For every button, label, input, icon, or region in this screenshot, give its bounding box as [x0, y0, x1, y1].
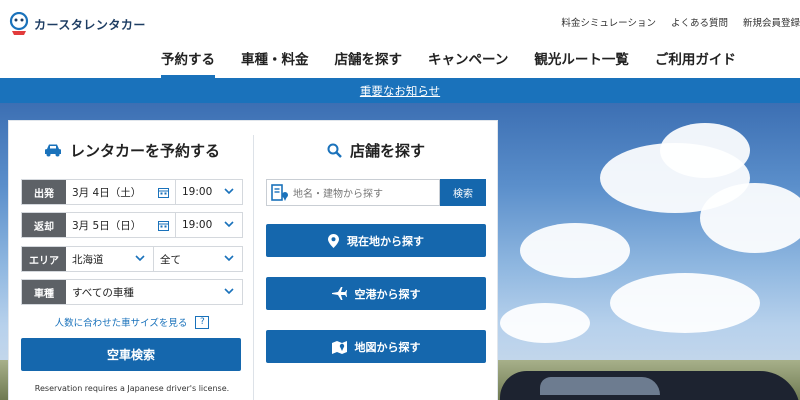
nav-campaign[interactable]: キャンペーン: [415, 48, 521, 78]
link-price-simulation[interactable]: 料金シミュレーション: [561, 15, 656, 29]
car-size-link-text: 人数に合わせた車サイズを見る: [54, 318, 188, 329]
area-region-value: 北海道: [72, 253, 104, 266]
cloud: [610, 273, 760, 333]
store-search-input[interactable]: 地名・建物から探す: [266, 179, 440, 206]
calendar-icon: [158, 188, 169, 198]
depart-date-value: 3月 4日（土）: [72, 186, 142, 199]
depart-row: 出発 3月 4日（土） 19:00: [21, 179, 243, 205]
depart-time-value: 19:00: [182, 186, 213, 198]
current-location-button[interactable]: 現在地から探す: [266, 224, 486, 257]
area-label: エリア: [22, 247, 66, 271]
site-logo[interactable]: カースタレンタカー: [8, 11, 146, 36]
return-label: 返却: [22, 213, 66, 237]
cloud: [700, 183, 800, 253]
area-row: エリア 北海道 全て: [21, 246, 243, 272]
airplane-icon: [331, 287, 347, 300]
notice-link[interactable]: 重要なお知らせ: [360, 83, 440, 99]
car-label: 車種: [22, 280, 66, 304]
map-label: 地図から探す: [354, 340, 421, 354]
utility-links: 料金シミュレーション よくある質問 新規会員登録: [546, 15, 800, 29]
return-date-field[interactable]: 3月 5日（日）: [66, 213, 176, 237]
car-size-link[interactable]: 人数に合わせた車サイズを見る ?: [21, 312, 243, 332]
store-search-button[interactable]: 検索: [440, 179, 486, 206]
store-search-placeholder: 地名・建物から探す: [293, 189, 383, 200]
reserve-title: レンタカーを予約する: [21, 121, 243, 179]
cloud: [520, 223, 630, 278]
chevron-down-icon: [224, 288, 234, 295]
map-button[interactable]: 地図から探す: [266, 330, 486, 363]
return-row: 返却 3月 5日（日） 19:00: [21, 212, 243, 238]
license-note: Reservation requires a Japanese driver's…: [34, 384, 230, 393]
store-search-bar: 地名・建物から探す 検索: [266, 179, 486, 206]
store-title: 店舗を探す: [266, 121, 486, 179]
nav-guide[interactable]: ご利用ガイド: [642, 48, 749, 78]
chevron-down-icon: [224, 188, 234, 195]
car-window: [540, 377, 660, 395]
chevron-down-icon: [224, 255, 234, 262]
panel-divider: [253, 135, 254, 400]
chevron-down-icon: [224, 221, 234, 228]
reserve-title-text: レンタカーを予約する: [69, 141, 220, 160]
car-type-select[interactable]: すべての車種: [66, 280, 242, 304]
car-icon: [44, 144, 61, 157]
store-title-text: 店舗を探す: [349, 141, 425, 160]
return-time-select[interactable]: 19:00: [176, 213, 242, 237]
logo-mascot-icon: [8, 11, 30, 36]
car-type-value: すべての車種: [72, 286, 134, 299]
vacancy-search-button[interactable]: 空車検索: [21, 338, 241, 371]
return-time-value: 19:00: [182, 219, 213, 231]
area-region-select[interactable]: 北海道: [66, 247, 154, 271]
reserve-form: レンタカーを予約する 出発 3月 4日（土） 19:00 返却 3月 5日（日）…: [21, 121, 243, 393]
depart-label: 出発: [22, 180, 66, 204]
link-faq[interactable]: よくある質問: [671, 15, 728, 29]
nav-find-store[interactable]: 店舗を探す: [322, 48, 416, 78]
map-icon: [331, 340, 347, 354]
area-sub-value: 全て: [160, 253, 181, 266]
airport-button[interactable]: 空港から探す: [266, 277, 486, 310]
notice-bar: 重要なお知らせ: [0, 78, 800, 103]
help-icon[interactable]: ?: [195, 315, 210, 329]
store-search: 店舗を探す 地名・建物から探す 検索 現在地から探す 空港から探す 地図から探す: [266, 121, 486, 383]
link-register[interactable]: 新規会員登録: [743, 15, 800, 29]
current-location-label: 現在地から探す: [347, 234, 424, 248]
brand-name: カースタレンタカー: [34, 17, 146, 32]
site-header: カースタレンタカー 料金シミュレーション よくある質問 新規会員登録 予約する …: [0, 0, 800, 78]
cloud: [660, 123, 750, 178]
nav-routes[interactable]: 観光ルート一覧: [521, 48, 642, 78]
airport-label: 空港から探す: [354, 287, 421, 301]
return-date-value: 3月 5日（日）: [72, 219, 142, 232]
area-sub-select[interactable]: 全て: [154, 247, 242, 271]
calendar-icon: [158, 221, 169, 231]
depart-time-select[interactable]: 19:00: [176, 180, 242, 204]
chevron-down-icon: [135, 255, 145, 262]
cloud: [500, 303, 590, 343]
building-pin-icon: [271, 183, 288, 201]
search-icon: [327, 143, 342, 158]
nav-reserve[interactable]: 予約する: [148, 48, 228, 78]
search-panel: レンタカーを予約する 出発 3月 4日（土） 19:00 返却 3月 5日（日）…: [8, 120, 498, 400]
main-nav: 予約する 車種・料金 店舗を探す キャンペーン 観光ルート一覧 ご利用ガイド: [148, 48, 749, 78]
depart-date-field[interactable]: 3月 4日（土）: [66, 180, 176, 204]
nav-cars-prices[interactable]: 車種・料金: [228, 48, 322, 78]
location-pin-icon: [328, 233, 339, 248]
car-row: 車種 すべての車種: [21, 279, 243, 305]
